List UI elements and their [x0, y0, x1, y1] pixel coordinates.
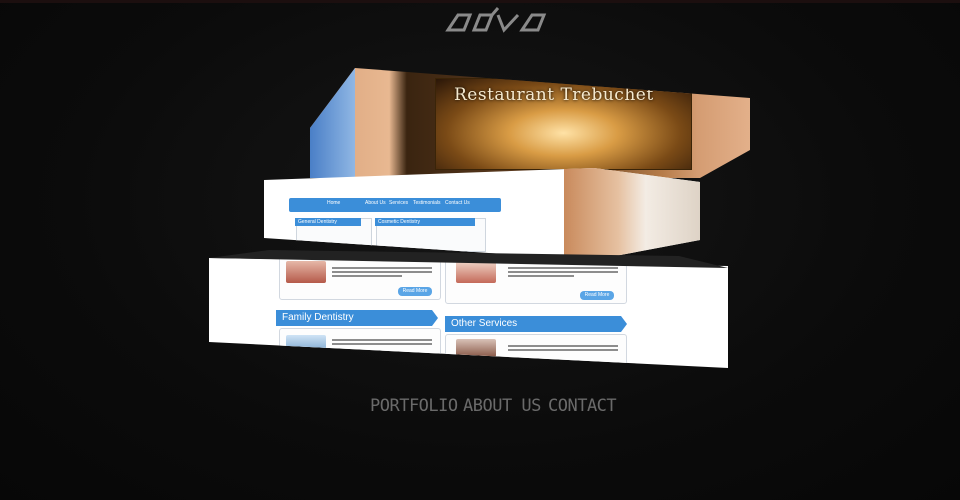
cosmetic-dentistry-box: Cosmetic Dentistry	[375, 218, 486, 252]
restaurant-screenshot: Restaurant Trebuchet	[435, 78, 692, 170]
nav-item-contact: Contact Us	[445, 200, 470, 206]
card-text	[332, 337, 432, 347]
dental-site-side-face	[310, 68, 355, 178]
read-more-button[interactable]: Read More	[580, 291, 614, 300]
services-image	[456, 339, 496, 357]
menu-about-us[interactable]: ABOUT US	[463, 396, 541, 416]
smile-image	[286, 261, 326, 283]
card-text	[332, 265, 432, 279]
card-text	[508, 265, 618, 279]
portfolio-showcase[interactable]: Restaurant Trebuchet Home About Us Servi…	[0, 0, 960, 500]
nav-item-about: About Us	[365, 200, 386, 206]
read-more-button[interactable]: Read More	[398, 287, 432, 296]
dental-site-slab-middle[interactable]: Home About Us Services Testimonials Cont…	[264, 168, 700, 260]
general-dentistry-box: General Dentistry	[295, 218, 372, 252]
restaurant-site-slab[interactable]: Restaurant Trebuchet	[310, 68, 750, 178]
menu-contact[interactable]: CONTACT	[548, 396, 617, 416]
menu-portfolio[interactable]: PORTFOLIO	[370, 396, 458, 416]
nav-item-home: Home	[327, 200, 341, 206]
family-dentistry-header: Family Dentistry	[276, 310, 438, 326]
card-other-services	[445, 334, 627, 368]
family-image	[286, 335, 326, 355]
dental-nav-bar: Home About Us Services Testimonials Cont…	[289, 198, 501, 212]
cosmetic-dentistry-title: Cosmetic Dentistry	[378, 219, 420, 225]
card-text	[508, 343, 618, 353]
card-family-dentistry	[279, 328, 441, 368]
nav-item-testimonials: Testimonials	[413, 200, 441, 206]
smile-image	[456, 261, 496, 283]
other-services-header: Other Services	[445, 316, 627, 332]
restaurant-title: Restaurant Trebuchet	[454, 85, 654, 105]
nav-item-services: Services	[389, 200, 409, 206]
restaurant-site-side-face	[564, 168, 700, 260]
general-dentistry-title: General Dentistry	[298, 219, 337, 225]
main-menu: PORTFOLIO ABOUT US CONTACT	[370, 396, 630, 420]
